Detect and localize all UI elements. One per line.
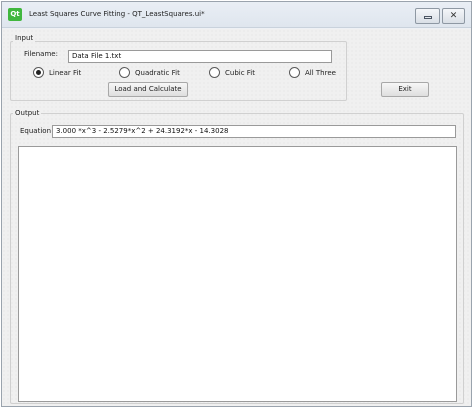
radio-cubic-fit-label[interactable]: Cubic Fit: [225, 69, 255, 77]
radio-linear-fit-label[interactable]: Linear Fit: [49, 69, 81, 77]
output-text-area[interactable]: [18, 146, 457, 402]
minimize-button[interactable]: [415, 8, 440, 24]
load-and-calculate-button[interactable]: Load and Calculate: [108, 82, 188, 97]
radio-quadratic-fit[interactable]: [119, 67, 130, 78]
main-window: Qt Least Squares Curve Fitting - QT_Leas…: [1, 1, 472, 407]
radio-selected-dot: [36, 70, 41, 75]
radio-quadratic-fit-label[interactable]: Quadratic Fit: [135, 69, 180, 77]
equation-field[interactable]: 3.000 *x^3 - 2.5279*x^2 + 24.3192*x - 14…: [52, 125, 456, 138]
input-group-title: Input: [13, 34, 36, 42]
filename-label: Filename:: [24, 50, 58, 58]
filename-input[interactable]: Data File 1.txt: [68, 50, 332, 63]
qt-app-icon: Qt: [8, 8, 22, 21]
close-button[interactable]: ✕: [442, 8, 465, 24]
equation-label: Equation: [20, 127, 52, 135]
exit-button[interactable]: Exit: [381, 82, 429, 97]
minimize-icon: [423, 16, 432, 19]
radio-cubic-fit[interactable]: [209, 67, 220, 78]
close-icon: ✕: [449, 11, 458, 21]
radio-linear-fit[interactable]: [33, 67, 44, 78]
client-area: Input Filename: Data File 1.txt Linear F…: [2, 29, 471, 406]
output-group-title: Output: [13, 109, 42, 117]
radio-all-three[interactable]: [289, 67, 300, 78]
window-title: Least Squares Curve Fitting - QT_LeastSq…: [29, 10, 205, 18]
title-bar[interactable]: Qt Least Squares Curve Fitting - QT_Leas…: [2, 2, 471, 28]
radio-all-three-label[interactable]: All Three: [305, 69, 336, 77]
